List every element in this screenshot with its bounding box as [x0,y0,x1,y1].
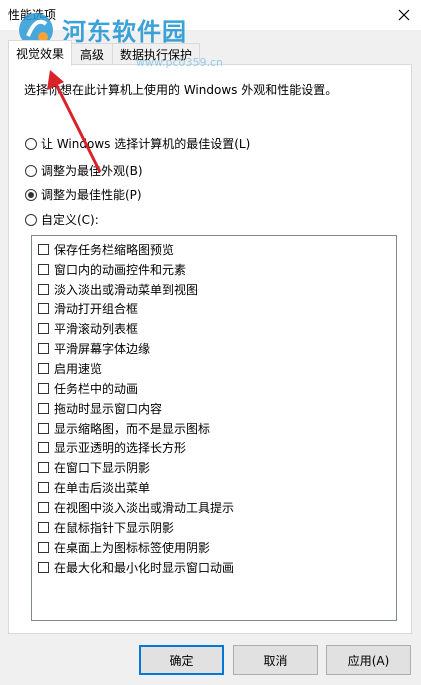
checkbox-item[interactable]: 启用速览 [38,360,102,377]
checkbox-label: 滑动打开组合框 [54,302,139,316]
radio-best-performance[interactable]: 调整为最佳性能(P) [25,186,142,203]
checkbox-item[interactable]: 在鼠标指针下显示阴影 [38,519,174,536]
close-button[interactable] [387,0,421,30]
checkbox-item[interactable]: 显示缩略图，而不是显示图标 [38,420,210,437]
cancel-button[interactable]: 取消 [233,645,318,675]
checkbox[interactable] [38,403,49,414]
checkbox-label: 在窗口下显示阴影 [54,461,151,475]
checkbox-item[interactable]: 在单击后淡出菜单 [38,479,150,496]
checkbox-label: 保存任务栏缩略图预览 [54,243,175,257]
checkbox[interactable] [38,562,49,573]
checkbox-item[interactable]: 保存任务栏缩略图预览 [38,241,174,258]
checkbox-item[interactable]: 在窗口下显示阴影 [38,459,150,476]
ok-button[interactable]: 确定 [139,645,224,675]
tab-data-execution-prevention[interactable]: 数据执行保护 [112,43,200,65]
checkbox-label: 显示亚透明的选择长方形 [54,441,187,455]
checkbox[interactable] [38,363,49,374]
checkbox-label: 在视图中淡入淡出或滑动工具提示 [54,501,235,515]
checkbox-item[interactable]: 平滑滚动列表框 [38,320,138,337]
checkbox-label: 淡入淡出或滑动菜单到视图 [54,283,199,297]
checkbox[interactable] [38,383,49,394]
checkbox-item[interactable]: 在视图中淡入淡出或滑动工具提示 [38,499,234,516]
checkbox-item[interactable]: 显示亚透明的选择长方形 [38,439,186,456]
apply-button[interactable]: 应用(A) [326,645,411,675]
radio-circle [25,213,37,226]
checkbox[interactable] [38,343,49,354]
checkbox-label: 在桌面上为图标标签使用阴影 [54,541,211,555]
radio-label: 调整为最佳性能(P) [41,188,142,202]
checkbox[interactable] [38,303,49,314]
radio-custom[interactable]: 自定义(C): [25,211,99,228]
close-icon [398,9,410,21]
checkbox[interactable] [38,284,49,295]
checkbox[interactable] [38,423,49,434]
checkbox-label: 拖动时显示窗口内容 [54,402,163,416]
checkbox[interactable] [38,502,49,513]
radio-circle [25,137,37,150]
checkbox-label: 在单击后淡出菜单 [54,481,151,495]
radio-label: 调整为最佳外观(B) [41,164,143,178]
radio-label: 自定义(C): [41,213,99,227]
checkbox-item[interactable]: 拖动时显示窗口内容 [38,400,162,417]
window-title: 性能选项 [8,8,57,22]
checkbox-item[interactable]: 滑动打开组合框 [38,300,138,317]
checkbox[interactable] [38,542,49,553]
effects-checkbox-list[interactable]: 保存任务栏缩略图预览 窗口内的动画控件和元素 淡入淡出或滑动菜单到视图 滑动打开… [31,235,397,621]
checkbox-label: 平滑屏幕字体边缘 [54,342,151,356]
checkbox-label: 窗口内的动画控件和元素 [54,263,187,277]
checkbox-item[interactable]: 淡入淡出或滑动菜单到视图 [38,281,198,298]
checkbox-label: 显示缩略图，而不是显示图标 [54,422,211,436]
checkbox[interactable] [38,462,49,473]
checkbox-item[interactable]: 在最大化和最小化时显示窗口动画 [38,559,234,576]
radio-circle [25,164,37,177]
tab-advanced[interactable]: 高级 [70,43,114,65]
checkbox-label: 在鼠标指针下显示阴影 [54,521,175,535]
checkbox-item[interactable]: 在桌面上为图标标签使用阴影 [38,539,210,556]
checkbox-label: 任务栏中的动画 [54,382,139,396]
checkbox-item[interactable]: 任务栏中的动画 [38,380,138,397]
title-bar: 性能选项 [0,0,421,30]
radio-label: 让 Windows 选择计算机的最佳设置(L) [41,137,251,151]
checkbox-label: 启用速览 [54,362,103,376]
visual-effects-panel: 选择你想在此计算机上使用的 Windows 外观和性能设置。 让 Windows… [8,64,412,634]
checkbox[interactable] [38,264,49,275]
checkbox-item[interactable]: 平滑屏幕字体边缘 [38,340,150,357]
checkbox[interactable] [38,522,49,533]
description-text: 选择你想在此计算机上使用的 Windows 外观和性能设置。 [24,83,338,97]
checkbox[interactable] [38,323,49,334]
radio-best-appearance[interactable]: 调整为最佳外观(B) [25,162,143,179]
tab-visual-effects[interactable]: 视觉效果 [8,40,72,66]
checkbox[interactable] [38,442,49,453]
checkbox-label: 在最大化和最小化时显示窗口动画 [54,561,235,575]
checkbox-item[interactable]: 窗口内的动画控件和元素 [38,261,186,278]
checkbox[interactable] [38,482,49,493]
checkbox[interactable] [38,244,49,255]
radio-circle-selected [25,188,37,201]
checkbox-label: 平滑滚动列表框 [54,322,139,336]
radio-let-windows-choose[interactable]: 让 Windows 选择计算机的最佳设置(L) [25,135,250,152]
